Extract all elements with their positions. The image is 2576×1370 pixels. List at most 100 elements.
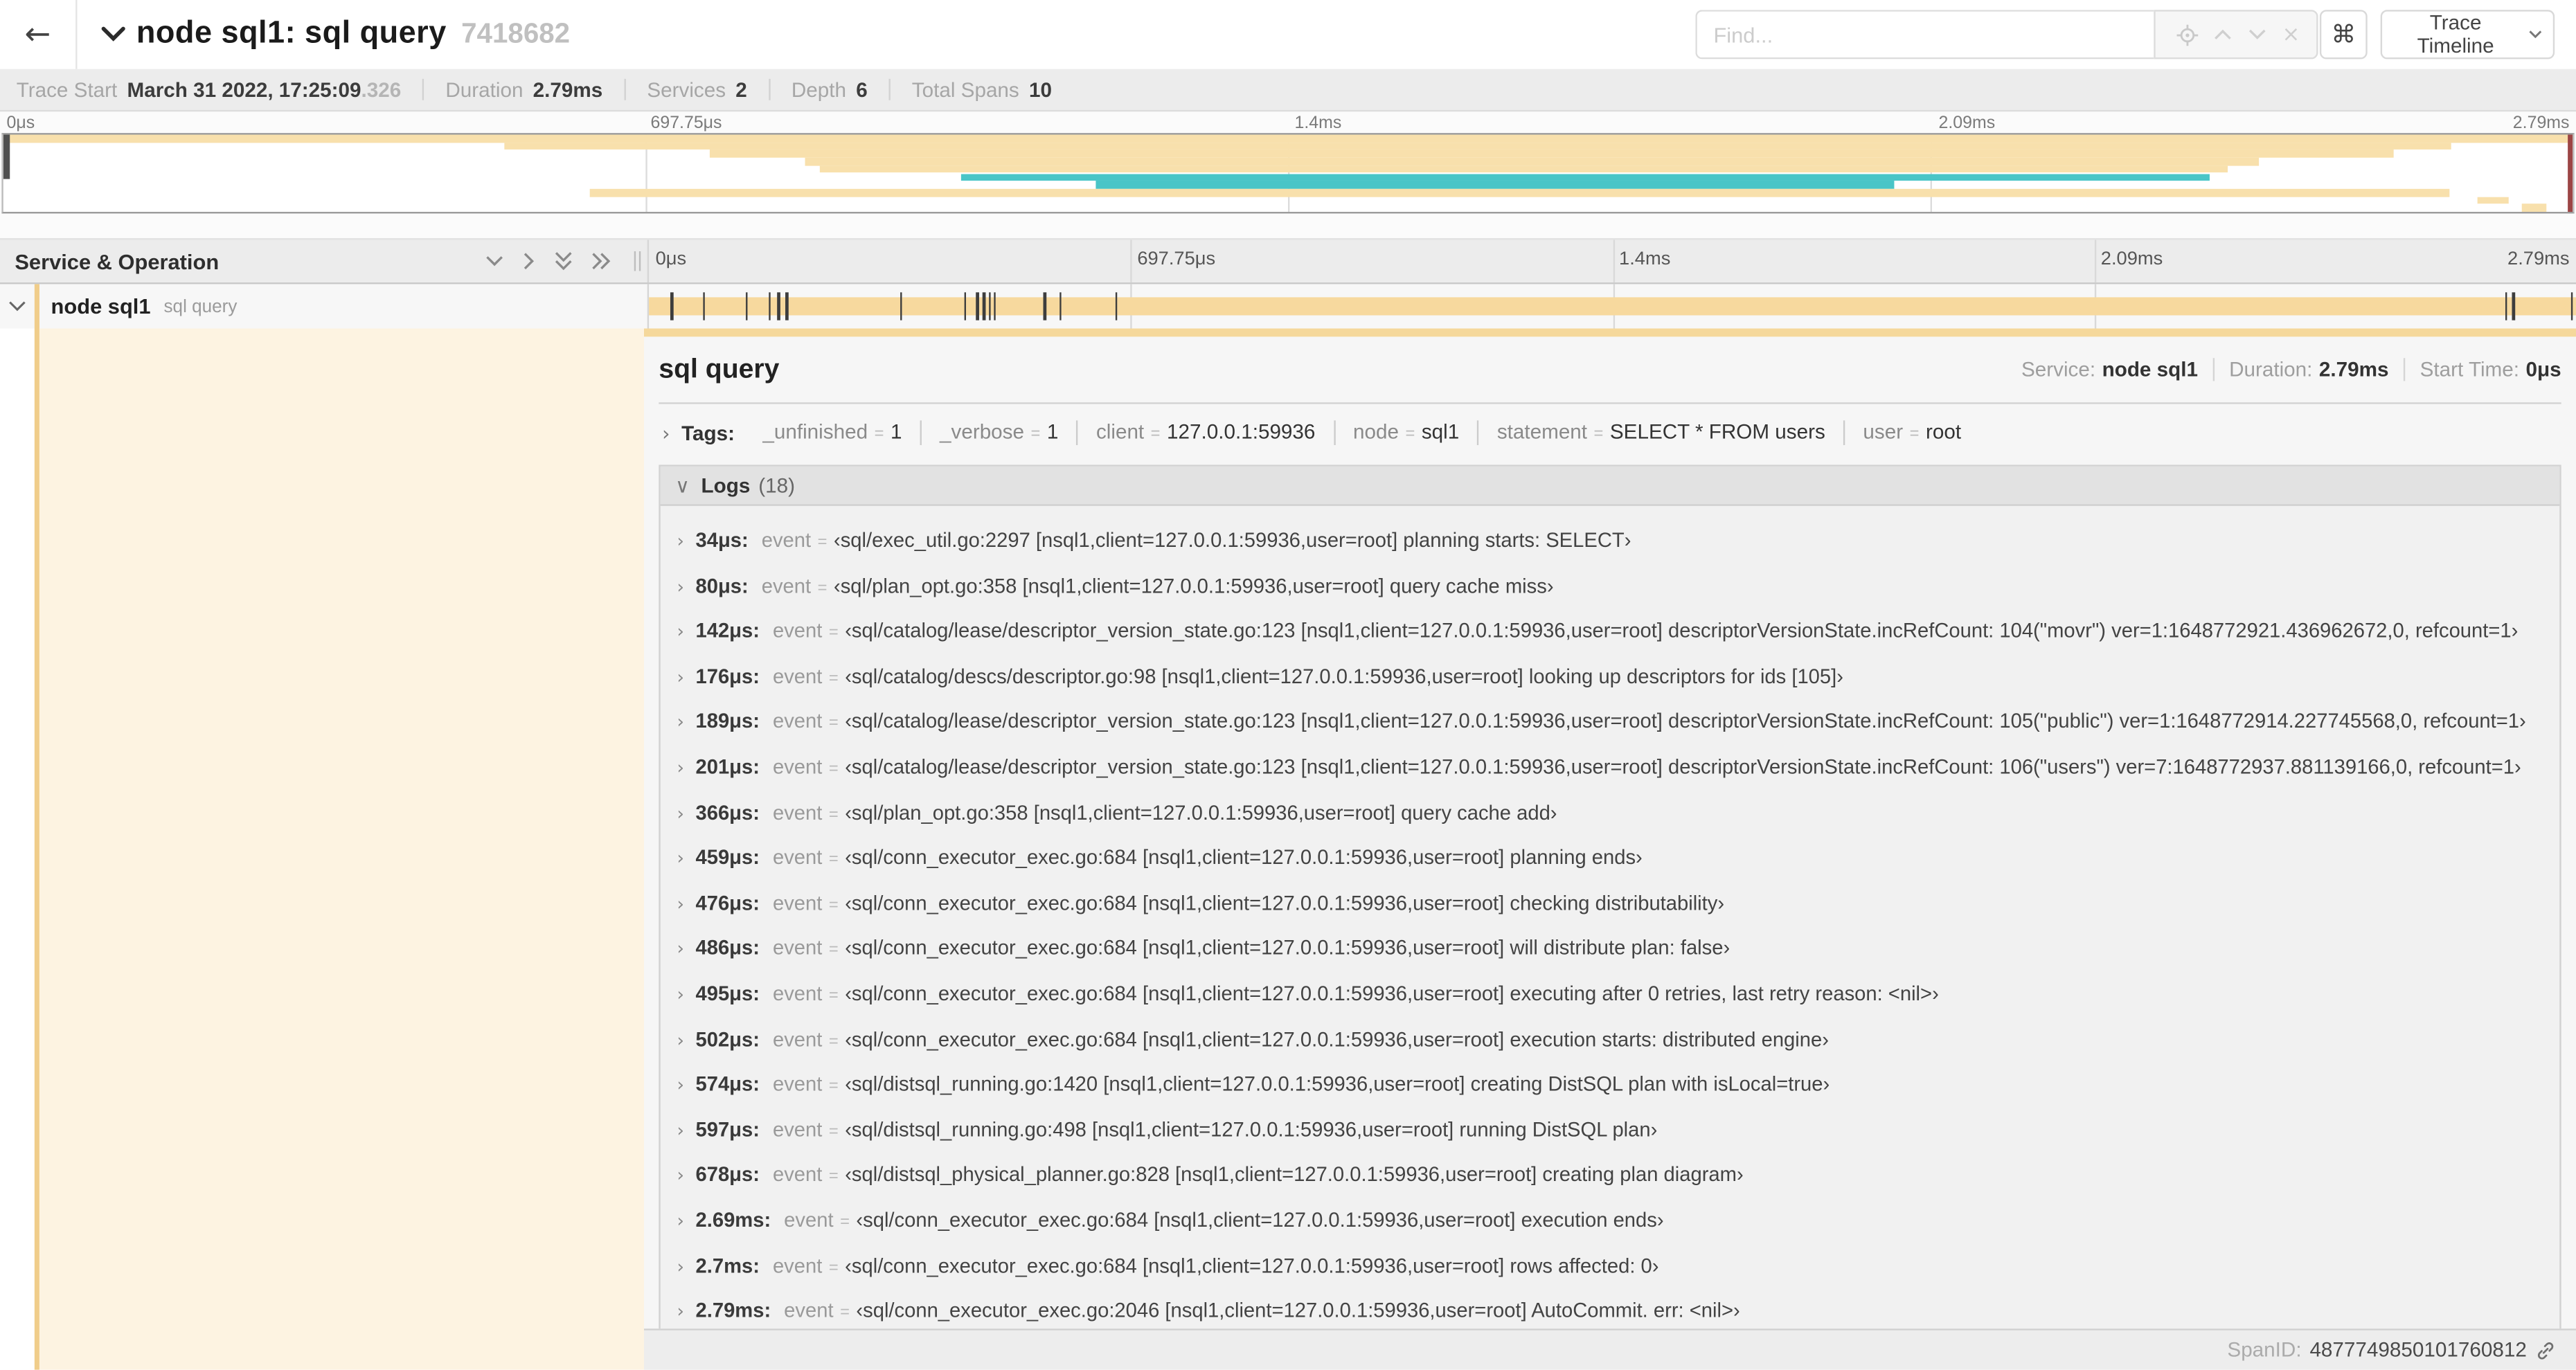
span-detail-panel: sql query Service: node sql1 Duration: 2… (644, 328, 2576, 1370)
tags-accordion[interactable]: › Tags: _unfinished = 1 _verbose = 1 cli… (659, 404, 2561, 456)
tag-item: node = sql1 (1333, 420, 1478, 445)
log-marker[interactable] (989, 292, 992, 321)
log-field-key: event (784, 1208, 834, 1232)
logs-accordion-header[interactable]: ∨ Logs (18) (660, 466, 2560, 506)
log-entry[interactable]: › 34μs: event = ‹sql/exec_util.go:2297 [… (677, 529, 2543, 552)
minimap-span-bar (2477, 196, 2509, 204)
log-entry[interactable]: › 176μs: event = ‹sql/catalog/descs/desc… (677, 665, 2543, 687)
collapse-one-icon[interactable] (485, 255, 504, 268)
back-button[interactable]: ← (0, 0, 78, 69)
find-next-icon[interactable] (2248, 28, 2267, 41)
log-entry[interactable]: › 486μs: event = ‹sql/conn_executor_exec… (677, 937, 2543, 959)
log-timestamp: 495μs: (695, 982, 760, 1005)
log-marker[interactable] (702, 292, 705, 321)
log-marker[interactable] (670, 292, 673, 321)
log-marker[interactable] (745, 292, 748, 321)
minimap-left-handle[interactable] (3, 134, 10, 180)
minimap-canvas[interactable] (1, 133, 2575, 214)
log-marker[interactable] (983, 292, 985, 321)
chevron-right-icon: › (677, 666, 684, 688)
log-timestamp: 366μs: (695, 800, 760, 824)
log-marker[interactable] (2512, 292, 2515, 321)
log-marker[interactable] (1115, 292, 1118, 321)
minimap-span-bar (961, 173, 2211, 181)
log-marker[interactable] (900, 292, 903, 321)
equals-sign: = (874, 425, 884, 444)
log-entry[interactable]: › 476μs: event = ‹sql/conn_executor_exec… (677, 892, 2543, 914)
chevron-down-icon (9, 301, 26, 312)
chevron-right-icon: › (677, 1074, 684, 1096)
span-children-toggle[interactable] (0, 300, 35, 312)
tag-item: _verbose = 1 (920, 420, 1077, 445)
log-entry[interactable]: › 189μs: event = ‹sql/catalog/lease/desc… (677, 710, 2543, 733)
timeline-table-header: Service & Operation 0μs 697.75μs 1.4ms 2.09… (0, 238, 2576, 285)
tag-item: user = root (1843, 420, 1979, 445)
keyboard-shortcuts-button[interactable]: ⌘ (2319, 10, 2368, 60)
chevron-right-icon: › (677, 1210, 684, 1232)
log-marker[interactable] (2570, 292, 2573, 321)
log-timestamp: 142μs: (695, 619, 760, 643)
log-marker[interactable] (769, 292, 771, 321)
log-entry[interactable]: › 459μs: event = ‹sql/conn_executor_exec… (677, 846, 2543, 869)
log-entry[interactable]: › 80μs: event = ‹sql/plan_opt.go:358 [ns… (677, 574, 2543, 597)
span-row[interactable]: node sql1 sql query (0, 284, 2576, 329)
log-field-value: ‹sql/plan_opt.go:358 [nsql1,client=127.0… (845, 800, 1557, 824)
log-field-key: event (761, 528, 812, 552)
chevron-right-icon: › (662, 421, 670, 444)
find-controls: × (2154, 10, 2318, 60)
collapse-all-icon[interactable] (554, 251, 573, 271)
minimap-span-bar (504, 142, 2452, 150)
summary-label: Total Spans (911, 78, 1019, 101)
log-marker[interactable] (778, 292, 780, 321)
log-entry[interactable]: › 2.69ms: event = ‹sql/conn_executor_exe… (677, 1209, 2543, 1232)
locate-icon[interactable] (2176, 24, 2199, 46)
summary-item: Duration 2.79ms (422, 78, 624, 101)
log-marker[interactable] (786, 292, 789, 321)
find-prev-icon[interactable] (2213, 28, 2233, 41)
log-timestamp: 597μs: (695, 1117, 760, 1142)
summary-item: Services 2 (624, 78, 769, 101)
log-field-key: event (772, 1027, 823, 1051)
span-timeline-cell[interactable] (647, 284, 2576, 329)
top-header: ← node sql1: sql query 7418682 × (0, 0, 2576, 69)
log-marker[interactable] (994, 292, 996, 321)
log-marker[interactable] (1059, 292, 1062, 321)
timeline-ruler: 0μs 697.75μs 1.4ms 2.09ms 2.79ms (647, 240, 2576, 283)
log-field-key: event (772, 755, 823, 779)
log-entry[interactable]: › 201μs: event = ‹sql/catalog/lease/desc… (677, 755, 2543, 778)
find-input[interactable] (1695, 10, 2154, 60)
minimap-right-handle[interactable] (2568, 134, 2573, 213)
log-marker[interactable] (2505, 292, 2508, 321)
column-resize-handle[interactable] (634, 251, 644, 271)
log-entry[interactable]: › 2.7ms: event = ‹sql/conn_executor_exec… (677, 1254, 2543, 1277)
log-entry[interactable]: › 366μs: event = ‹sql/plan_opt.go:358 [n… (677, 801, 2543, 824)
trace-view-selector[interactable]: Trace Timeline (2380, 10, 2555, 60)
clear-find-icon[interactable]: × (2282, 24, 2300, 45)
log-entry[interactable]: › 678μs: event = ‹sql/distsql_physical_p… (677, 1163, 2543, 1186)
duration-value: 2.79ms (2318, 358, 2389, 381)
deep-link-icon[interactable] (2535, 1340, 2557, 1361)
logs-title: Logs (701, 474, 751, 497)
log-entry[interactable]: › 2.79ms: event = ‹sql/conn_executor_exe… (677, 1299, 2543, 1322)
chevron-right-icon: › (677, 802, 684, 824)
chevron-right-icon: › (677, 893, 684, 914)
log-entry[interactable]: › 142μs: event = ‹sql/catalog/lease/desc… (677, 620, 2543, 642)
log-entry[interactable]: › 495μs: event = ‹sql/conn_executor_exec… (677, 982, 2543, 1005)
log-entry[interactable]: › 597μs: event = ‹sql/distsql_running.go… (677, 1118, 2543, 1141)
chevron-right-icon: › (677, 938, 684, 960)
span-name-cell[interactable]: node sql1 sql query (0, 284, 647, 329)
jaeger-trace-page: ← node sql1: sql query 7418682 × (0, 0, 2576, 1370)
span-id-bar: SpanID: 4877749850101760812 (644, 1328, 2576, 1370)
trace-minimap: 0μs 697.75μs 1.4ms 2.09ms 2.79ms (0, 111, 2576, 239)
log-entry[interactable]: › 502μs: event = ‹sql/conn_executor_exec… (677, 1027, 2543, 1050)
equals-sign: = (828, 1032, 839, 1051)
log-entry[interactable]: › 574μs: event = ‹sql/distsql_running.go… (677, 1073, 2543, 1096)
expand-one-icon[interactable] (522, 251, 535, 271)
span-duration-bar[interactable] (649, 297, 2576, 316)
log-marker[interactable] (1044, 292, 1046, 321)
trace-collapse-toggle[interactable] (100, 26, 127, 43)
log-marker[interactable] (976, 292, 978, 321)
log-marker[interactable] (964, 292, 967, 321)
service-operation-title: Service & Operation (15, 249, 220, 274)
expand-all-icon[interactable] (591, 251, 611, 271)
